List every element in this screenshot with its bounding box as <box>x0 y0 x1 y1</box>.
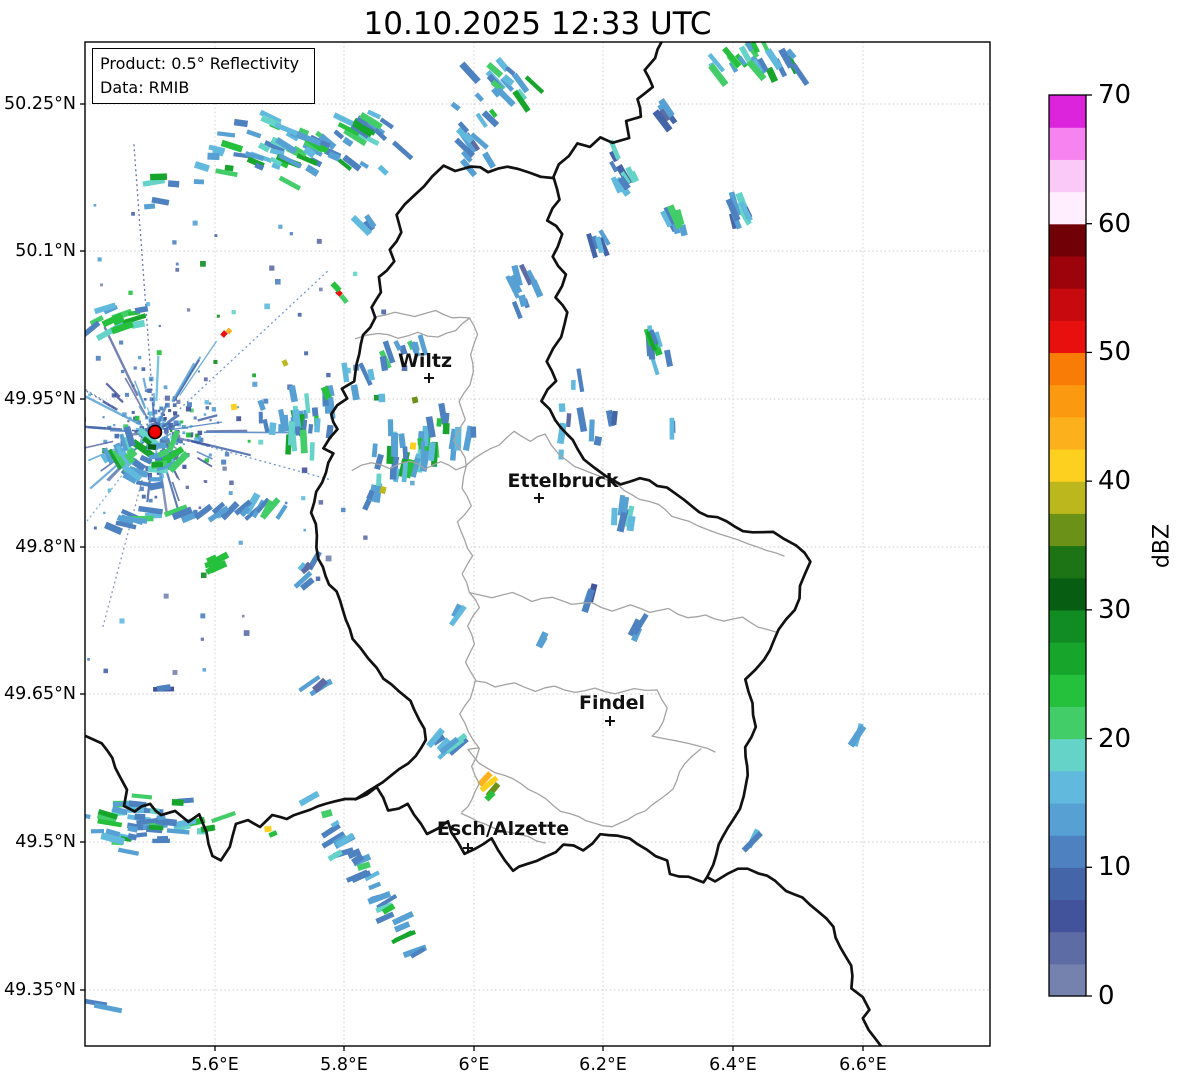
map-svg <box>80 41 1092 1051</box>
colorbar-segment <box>1049 481 1086 514</box>
colorbar-tick-label: 10 <box>1098 852 1132 883</box>
colorbar-segment <box>1049 255 1086 289</box>
y-tick-label: 49.95°N <box>4 389 76 409</box>
colorbar-unit-label: dBZ <box>1149 523 1175 568</box>
colorbar-segment <box>1049 416 1086 450</box>
colorbar-segment <box>1049 931 1086 965</box>
colorbar-segment <box>1049 95 1086 128</box>
colorbar-segment <box>1049 545 1086 579</box>
city-label: Wiltz <box>397 350 453 372</box>
y-tick-label: 50.25°N <box>4 94 76 114</box>
colorbar-tick-label: 20 <box>1098 723 1132 754</box>
colorbar-tick-label: 30 <box>1098 594 1132 625</box>
colorbar-tick-label: 50 <box>1098 337 1132 368</box>
axis-tick-marks <box>80 103 864 1051</box>
colorbar-tick-label: 60 <box>1098 208 1132 239</box>
colorbar-segment <box>1049 448 1086 482</box>
product-info-box: Product: 0.5° Reflectivity Data: RMIB <box>92 48 315 104</box>
district-border <box>469 591 777 633</box>
radar-figure: 10.10.2025 12:33 UTC Product: 0.5° Refle… <box>0 0 1184 1081</box>
district-border <box>465 430 785 557</box>
colorbar-tick-label: 0 <box>1098 981 1115 1011</box>
colorbar-segment <box>1049 738 1086 772</box>
x-tick-label: 6.2°E <box>579 1055 627 1075</box>
data-source-line: Data: RMIB <box>100 78 190 97</box>
colorbar-segment <box>1049 352 1086 386</box>
country-borders <box>85 42 883 1046</box>
colorbar-segment <box>1049 674 1086 707</box>
colorbar-segment <box>1049 706 1086 740</box>
colorbar-segment <box>1049 159 1086 193</box>
colorbar <box>1048 94 1092 997</box>
colorbar-segment <box>1049 609 1086 643</box>
x-tick-label: 5.8°E <box>320 1055 368 1075</box>
colorbar-segment <box>1049 191 1086 225</box>
city-label: Findel <box>578 692 646 714</box>
product-line: Product: 0.5° Reflectivity <box>100 54 300 73</box>
y-tick-label: 49.65°N <box>4 684 76 704</box>
colorbar-tick-label: 70 <box>1098 80 1132 110</box>
colorbar-segment <box>1049 288 1086 321</box>
x-tick-label: 5.6°E <box>191 1055 239 1075</box>
colorbar-segment <box>1049 867 1086 901</box>
district-border <box>467 747 702 828</box>
y-tick-label: 49.8°N <box>15 537 76 557</box>
colorbar-segment <box>1049 577 1086 611</box>
x-tick-label: 6.4°E <box>709 1055 757 1075</box>
colorbar-segment <box>1049 802 1086 836</box>
colorbar-tick-label: 40 <box>1098 466 1132 497</box>
x-tick-label: 6°E <box>458 1055 490 1075</box>
y-tick-label: 49.5°N <box>15 832 76 852</box>
radar-echo-layer <box>85 42 867 1014</box>
colorbar-segment <box>1049 642 1086 675</box>
colorbar-segment <box>1049 513 1086 547</box>
colorbar-segment <box>1049 835 1086 868</box>
country-border <box>551 42 664 180</box>
colorbar-segment <box>1049 127 1086 160</box>
colorbar-segment <box>1049 770 1086 804</box>
colorbar-segment <box>1049 899 1086 933</box>
plot-frame <box>84 41 991 1047</box>
city-label: Ettelbruck <box>507 470 619 492</box>
district-border <box>373 309 471 319</box>
radar-site-marker <box>147 424 163 440</box>
x-tick-label: 6.6°E <box>839 1055 887 1075</box>
y-tick-label: 49.35°N <box>4 980 76 1000</box>
gridlines <box>85 42 990 1046</box>
country-border <box>309 164 812 884</box>
country-border <box>705 867 883 1046</box>
city-label: Esch/Alzette <box>436 818 570 840</box>
colorbar-segment <box>1049 320 1086 354</box>
colorbar-segment <box>1049 223 1086 257</box>
colorbar-segment <box>1049 384 1086 418</box>
district-borders <box>351 309 785 844</box>
colorbar-segment <box>1049 963 1086 997</box>
y-tick-label: 50.1°N <box>15 241 76 261</box>
